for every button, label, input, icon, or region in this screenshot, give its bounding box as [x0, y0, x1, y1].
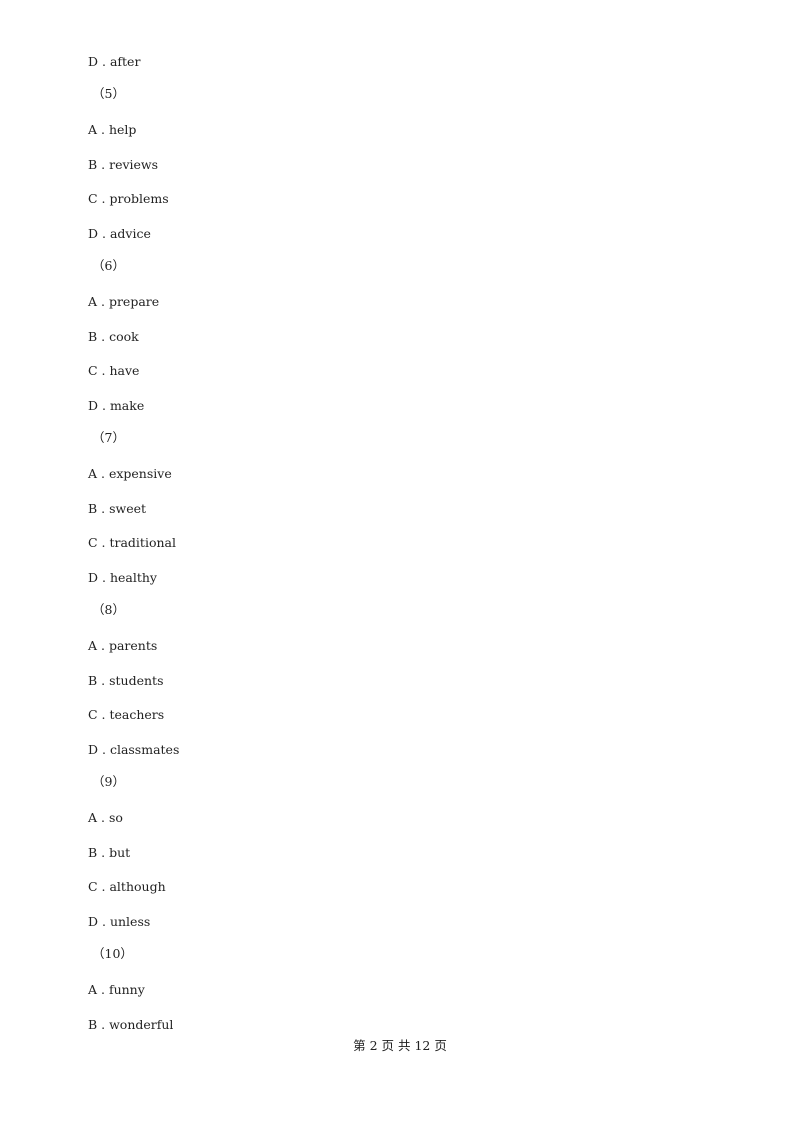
answer-option: C . although	[88, 879, 166, 894]
answer-option: A . prepare	[88, 294, 160, 309]
answer-option: B . but	[88, 845, 131, 860]
answer-option: B . sweet	[88, 501, 147, 516]
question-number: （6）	[92, 258, 125, 273]
question-number: （8）	[92, 602, 125, 617]
question-number: （10）	[92, 946, 133, 961]
answer-option: D . make	[88, 398, 145, 413]
answer-option: A . parents	[88, 638, 158, 653]
answer-option: C . traditional	[88, 535, 176, 550]
answer-option: C . teachers	[88, 707, 165, 722]
answer-option: B . cook	[88, 329, 139, 344]
answer-option: A . help	[88, 122, 137, 137]
answer-option: D . advice	[88, 226, 151, 241]
answer-option: C . have	[88, 363, 140, 378]
answer-option: B . reviews	[88, 157, 159, 172]
question-number: （7）	[92, 430, 125, 445]
answer-option: D . after	[88, 54, 141, 69]
answer-option: B . wonderful	[88, 1017, 174, 1032]
question-number: （5）	[92, 86, 125, 101]
answer-option: B . students	[88, 673, 164, 688]
answer-option: C . problems	[88, 191, 169, 206]
answer-option: A . expensive	[88, 466, 172, 481]
answer-option: D . healthy	[88, 570, 157, 585]
question-number: （9）	[92, 774, 125, 789]
answer-option: A . so	[88, 810, 123, 825]
page-footer: 第 2 页 共 12 页	[0, 1035, 800, 1054]
answer-option: A . funny	[88, 982, 145, 997]
page-number: 第 2 页 共 12 页	[353, 1038, 447, 1053]
answer-option: D . unless	[88, 914, 151, 929]
answer-option: D . classmates	[88, 742, 180, 757]
